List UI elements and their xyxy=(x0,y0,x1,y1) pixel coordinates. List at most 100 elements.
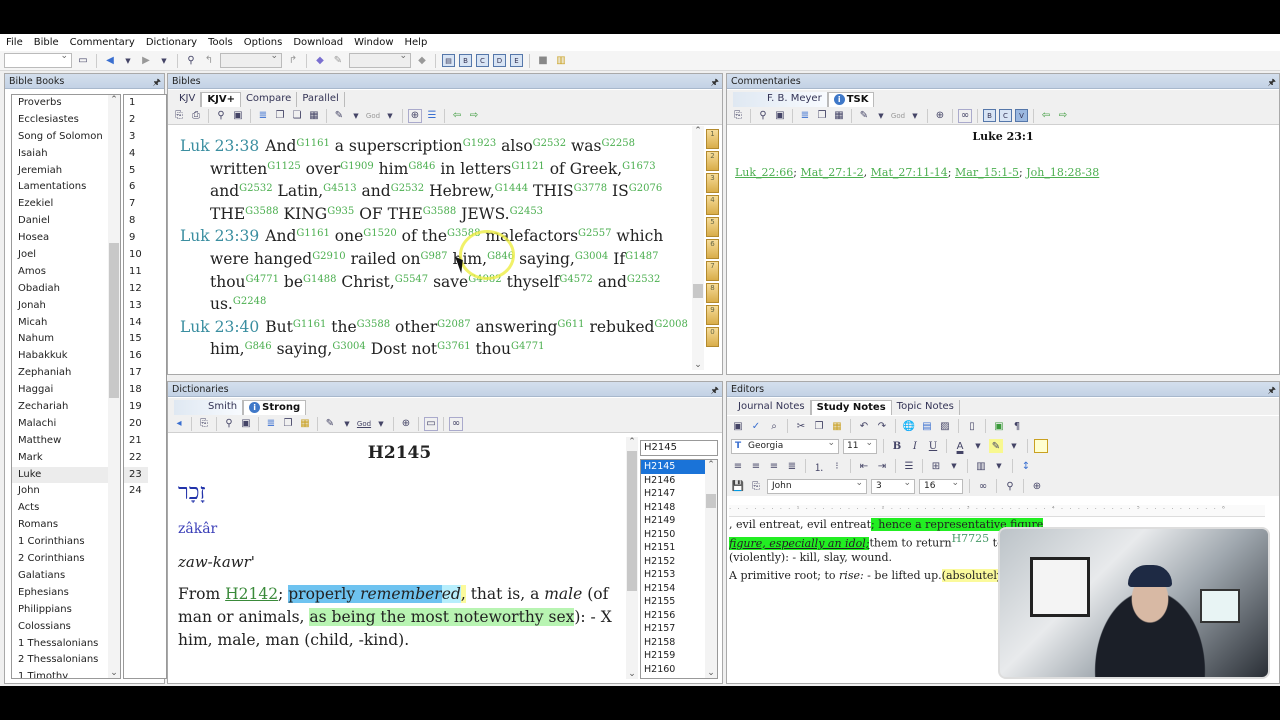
book-list-item[interactable]: Colossians xyxy=(12,619,120,636)
chapter-list-item[interactable]: 11 xyxy=(124,264,166,281)
chapter-list-item[interactable]: 1 xyxy=(124,95,166,112)
book-list-item[interactable]: Proverbs xyxy=(12,95,120,112)
prev-icon[interactable]: ⇦ xyxy=(1039,109,1053,123)
export-icon[interactable]: ⎘ xyxy=(749,479,763,493)
chapter-list-item[interactable]: 12 xyxy=(124,281,166,298)
commentary-combo[interactable] xyxy=(220,51,282,68)
strong-number-link[interactable]: G1121 xyxy=(511,161,544,172)
book-list-item[interactable]: Jonah xyxy=(12,298,120,315)
verse-word[interactable]: in letters xyxy=(440,160,511,178)
book-list-item[interactable]: Zephaniah xyxy=(12,365,120,382)
strong-list-item[interactable]: H2155 xyxy=(641,595,705,609)
strong-number-link[interactable]: G611 xyxy=(557,319,584,330)
strong-list-item[interactable]: H2159 xyxy=(641,649,705,663)
bookmark-5-icon[interactable]: 5 xyxy=(706,217,719,237)
bookmark-4-icon[interactable]: 4 xyxy=(706,195,719,215)
book-list-item[interactable]: Isaiah xyxy=(12,146,120,163)
search-icon[interactable]: ⚲ xyxy=(222,417,236,431)
verse-mode-icon[interactable]: V xyxy=(1015,109,1028,122)
verse-word[interactable]: us. xyxy=(210,295,233,313)
highlight-icon[interactable]: ✎ xyxy=(857,109,871,123)
verse-word[interactable]: also xyxy=(501,137,532,155)
select-icon[interactable]: ▣ xyxy=(231,109,245,123)
paste-icon[interactable]: ▦ xyxy=(307,109,321,123)
strong-list-item[interactable]: H2146 xyxy=(641,474,705,488)
paste-icon[interactable]: ▦ xyxy=(298,417,312,431)
strong-number-link[interactable]: G3588 xyxy=(447,228,480,239)
prev-chapter-icon[interactable]: ⇦ xyxy=(450,109,464,123)
bible-tab-parallel[interactable]: Parallel xyxy=(297,92,345,107)
highlight-color-dropdown-icon[interactable]: ▼ xyxy=(1007,439,1021,453)
cut-icon[interactable]: ✂ xyxy=(794,419,808,433)
strong-number-link[interactable]: G2557 xyxy=(578,228,611,239)
strong-list-item[interactable]: H2160 xyxy=(641,663,705,677)
verse-word[interactable]: malefactors xyxy=(485,227,578,245)
strong-list-item[interactable]: H2149 xyxy=(641,514,705,528)
font-color-icon[interactable]: A xyxy=(953,439,967,453)
verse-word[interactable]: be xyxy=(284,273,303,291)
align-center-icon[interactable]: ≡ xyxy=(749,459,763,473)
book-list-item[interactable]: 1 Timothy xyxy=(12,669,120,678)
strong-list-item[interactable]: H2157 xyxy=(641,622,705,636)
verse-word[interactable]: saying, xyxy=(277,340,333,358)
highlight-color-icon[interactable]: ✎ xyxy=(989,439,1003,453)
verse-word[interactable]: And xyxy=(265,227,296,245)
strong-number-link[interactable]: G4513 xyxy=(323,183,356,194)
scroll-up-icon[interactable]: ⌃ xyxy=(108,95,120,105)
bible-tab-compare[interactable]: Compare xyxy=(241,92,298,107)
strong-list-item[interactable]: H2148 xyxy=(641,501,705,515)
strong-number-link[interactable]: G987 xyxy=(420,251,447,262)
next-icon[interactable]: ⇨ xyxy=(1056,109,1070,123)
find-replace-icon[interactable]: ⌕ xyxy=(767,419,781,433)
chapter-list-item[interactable]: 6 xyxy=(124,179,166,196)
book-list-item[interactable]: Jeremiah xyxy=(12,163,120,180)
verse-reference[interactable]: Luk 23:38 xyxy=(180,137,259,155)
editor-tab-topic-notes[interactable]: Topic Notes xyxy=(892,400,960,415)
menu-options[interactable]: Options xyxy=(244,37,283,48)
strong-number-link[interactable]: G1487 xyxy=(625,251,658,262)
numbered-list-icon[interactable]: ⒈ xyxy=(812,459,826,474)
book-list-item[interactable]: Haggai xyxy=(12,382,120,399)
strong-number-link[interactable]: G2258 xyxy=(602,138,635,149)
verse-word[interactable]: answering xyxy=(476,318,558,336)
crossref-link[interactable]: Mat_27:1-2 xyxy=(800,166,863,179)
strong-link[interactable]: H2142 xyxy=(225,585,278,603)
strong-list-item[interactable]: H2153 xyxy=(641,568,705,582)
chapter-list-item[interactable]: 22 xyxy=(124,450,166,467)
highlight-dropdown-icon[interactable]: ▼ xyxy=(349,109,363,123)
strong-number-link[interactable]: G3004 xyxy=(332,341,365,352)
next-chapter-icon[interactable]: ⇨ xyxy=(467,109,481,123)
book-list-item[interactable]: Ezekiel xyxy=(12,196,120,213)
bookmark-1-icon[interactable]: 1 xyxy=(706,129,719,149)
verse-reference[interactable]: Luk 23:39 xyxy=(180,227,259,245)
chapter-list-item[interactable]: 17 xyxy=(124,365,166,382)
chapter-mode-icon[interactable]: C xyxy=(999,109,1012,122)
bible-tab-kjv[interactable]: KJV xyxy=(174,92,202,107)
scroll-up-icon[interactable]: ⌃ xyxy=(705,460,717,470)
chapter-list-item[interactable]: 23 xyxy=(124,466,148,484)
font-size-select[interactable]: 11 xyxy=(843,437,877,454)
strong-number-link[interactable]: G2087 xyxy=(437,319,470,330)
verse-word[interactable]: and xyxy=(210,182,239,200)
frame-icon[interactable]: ▣ xyxy=(992,419,1006,433)
forward-dropdown-icon[interactable]: ▼ xyxy=(157,54,171,68)
link-icon[interactable]: ∞ xyxy=(958,108,972,123)
verse-word[interactable]: of the xyxy=(402,227,447,245)
strong-number-link[interactable]: G935 xyxy=(327,206,354,217)
verse-word[interactable]: save xyxy=(433,273,468,291)
highlight-icon[interactable]: ✎ xyxy=(332,109,346,123)
menu-window[interactable]: Window xyxy=(354,37,393,48)
verse-select[interactable]: 16 xyxy=(919,477,963,494)
strong-number-link[interactable]: G1909 xyxy=(340,161,373,172)
strong-number-link[interactable]: G1125 xyxy=(267,161,300,172)
verse-word[interactable]: thyself xyxy=(507,273,560,291)
verse-word[interactable]: rebuked xyxy=(589,318,654,336)
crossref-link[interactable]: Joh_18:28-38 xyxy=(1026,166,1099,179)
underline-button[interactable]: U xyxy=(926,439,940,453)
pin-icon[interactable]: 🖈 xyxy=(711,75,719,91)
strong-number-link[interactable]: G3778 xyxy=(574,183,607,194)
paste-icon[interactable]: ▦ xyxy=(832,109,846,123)
strong-list-item[interactable]: H2151 xyxy=(641,541,705,555)
strong-search-input[interactable]: H2145 xyxy=(640,440,718,456)
document-icon[interactable]: ≣ xyxy=(256,109,270,123)
